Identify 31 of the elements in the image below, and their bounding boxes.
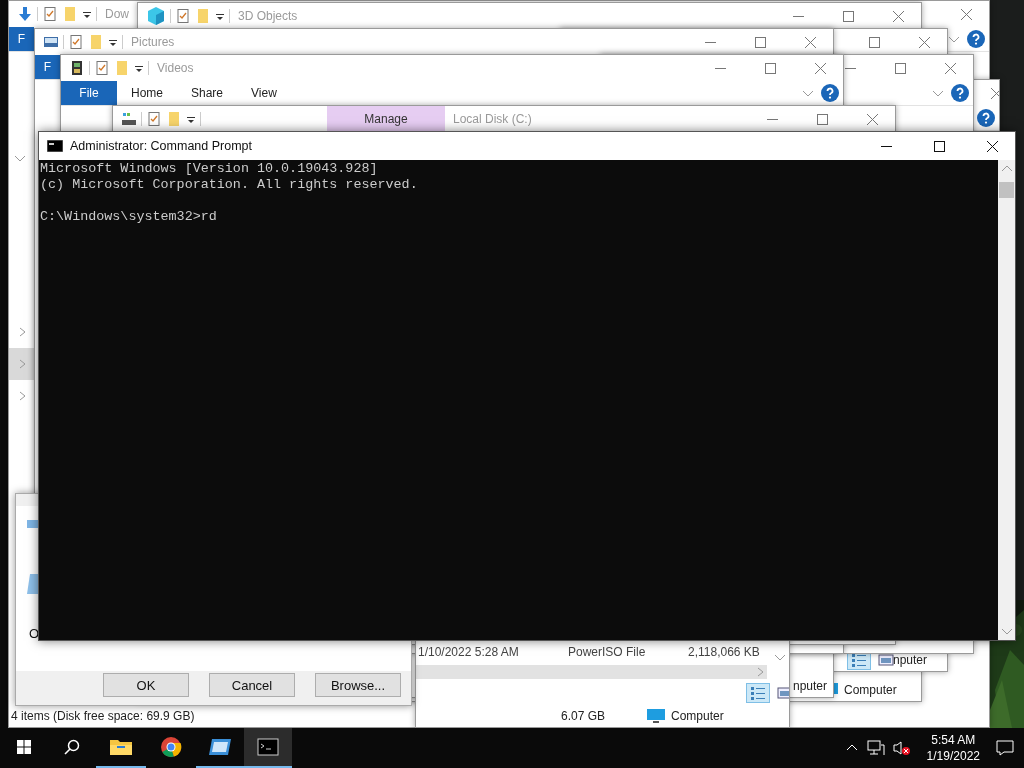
window-title: Dow: [105, 7, 129, 21]
window-title: Pictures: [131, 35, 175, 49]
table-cell-text: PowerISO File: [568, 645, 647, 659]
dialog-button[interactable]: OK: [103, 673, 189, 697]
status-location: Computer: [671, 709, 724, 723]
file-tab[interactable]: File: [61, 81, 117, 105]
console-line: (c) Microsoft Corporation. All rights reserved.: [40, 177, 419, 193]
clock-date[interactable]: 1/19/2022: [926, 748, 980, 764]
status-location: nputer: [793, 679, 828, 693]
window-title: Videos: [157, 61, 194, 75]
window-title: 3D Objects: [238, 9, 298, 23]
file-tab[interactable]: F: [9, 27, 34, 51]
dialog-button[interactable]: Browse...: [315, 673, 401, 697]
manage-tab[interactable]: Manage: [327, 106, 445, 132]
status-location: nputer: [893, 653, 928, 667]
ribbon-tab[interactable]: View: [237, 86, 291, 100]
clock-time[interactable]: 5:54 AM: [931, 732, 976, 748]
table-cell-text: 1/10/2022 5:28 AM: [418, 645, 520, 659]
table-cell-text: 2,118,066 KB: [688, 645, 761, 659]
dialog-text: O: [29, 626, 40, 641]
window-title: Administrator: Command Prompt: [70, 139, 252, 153]
ribbon-tab[interactable]: Home: [117, 86, 177, 100]
dialog-button[interactable]: Cancel: [209, 673, 295, 697]
status-text: 4 items (Disk free space: 69.9 GB): [10, 709, 195, 723]
window-title: Local Disk (C:): [453, 112, 532, 126]
console-prompt: C:\Windows\system32>rd: [40, 209, 218, 225]
status-location: Computer: [844, 683, 897, 697]
status-size: 6.07 GB: [561, 709, 606, 723]
file-tab[interactable]: F: [35, 55, 60, 79]
ribbon-tab[interactable]: Share: [177, 86, 238, 100]
console-line: Microsoft Windows [Version 10.0.19043.928]: [40, 161, 379, 177]
